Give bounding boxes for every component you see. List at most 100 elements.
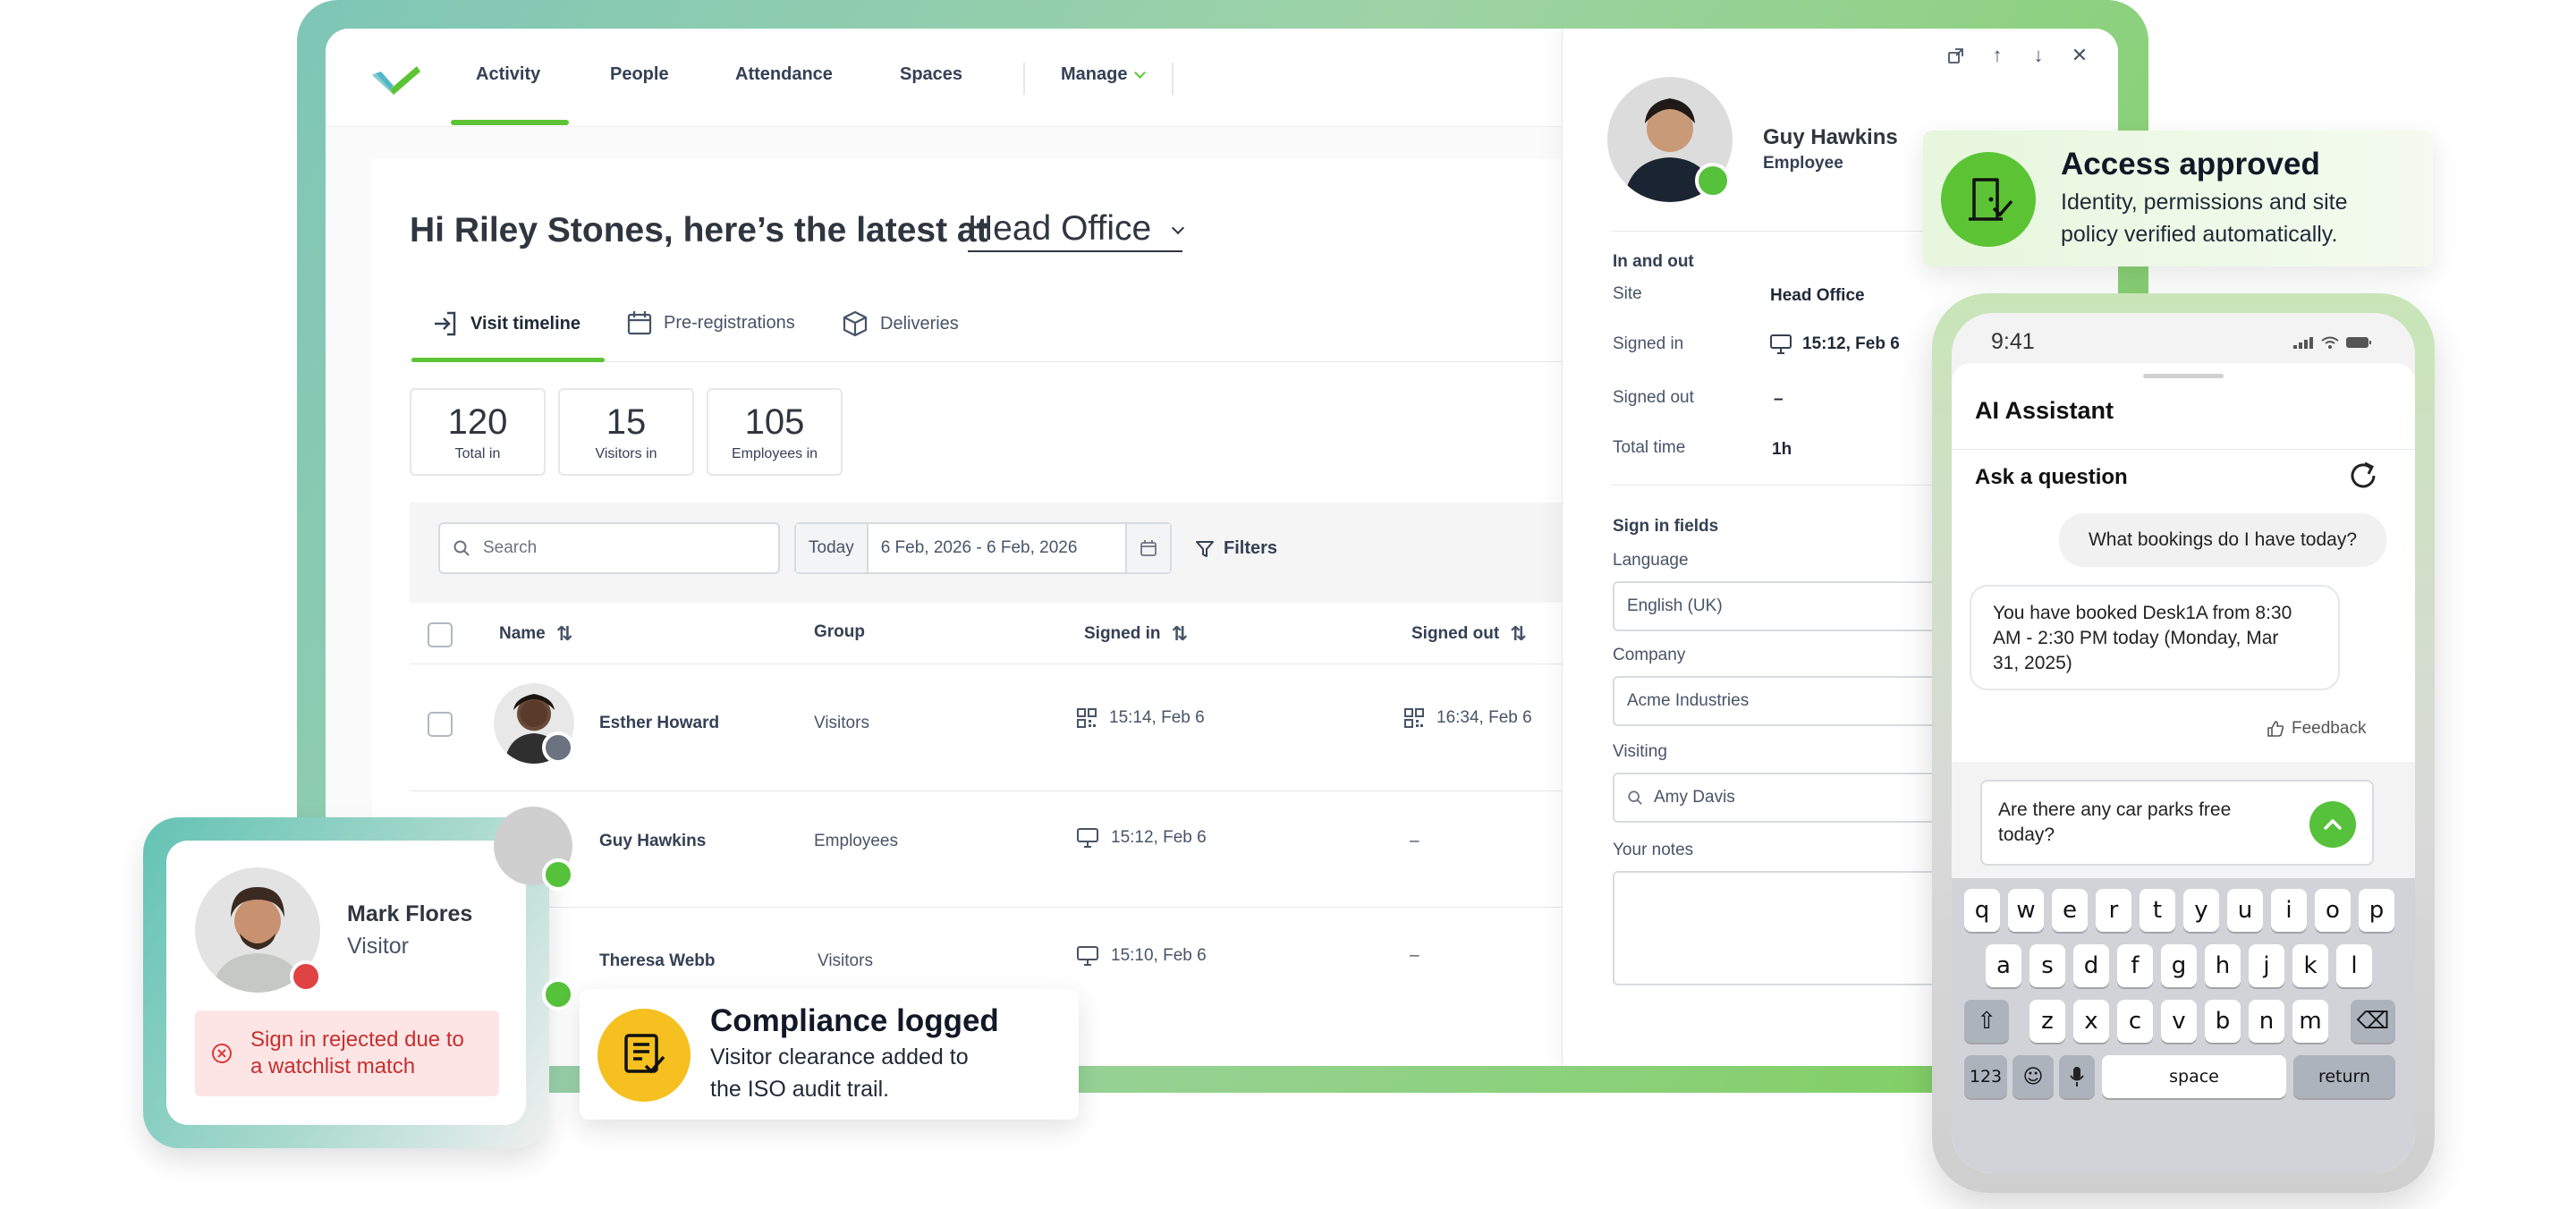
tab-deliveries[interactable]: Deliveries (841, 309, 959, 338)
row-name[interactable]: Theresa Webb (599, 951, 716, 971)
monitor-icon (1770, 334, 1792, 354)
mic-key[interactable] (2059, 1055, 2095, 1098)
site-selector[interactable]: Head Office (968, 209, 1185, 252)
filters-button[interactable]: Filters (1195, 538, 1277, 559)
nav-divider (1023, 63, 1025, 95)
shift-key[interactable]: ⇧ (1964, 1000, 2009, 1043)
signed-out-value: – (1774, 390, 1784, 409)
stat-total-in: 120 Total in (410, 388, 546, 476)
key-q[interactable]: q (1964, 889, 2000, 932)
site-value: Head Office (1770, 286, 1865, 305)
search-input[interactable]: Search (438, 522, 780, 574)
feedback-button[interactable]: Feedback (2267, 719, 2366, 739)
space-key[interactable]: space (2102, 1055, 2286, 1098)
close-icon[interactable]: ✕ (2069, 44, 2090, 66)
row-checkbox[interactable] (428, 712, 453, 737)
visitor-name: Mark Flores (347, 901, 473, 926)
key-n[interactable]: n (2249, 1000, 2284, 1043)
sheet-handle[interactable] (2143, 374, 2224, 378)
key-y[interactable]: y (2183, 889, 2219, 932)
key-k[interactable]: k (2292, 944, 2328, 987)
tab-pre-registrations[interactable]: Pre-registrations (626, 309, 795, 336)
tab-visit-timeline[interactable]: Visit timeline (431, 309, 580, 338)
key-i[interactable]: i (2271, 889, 2307, 932)
nav-spaces[interactable]: Spaces (900, 64, 962, 85)
emoji-key[interactable]: ☺ (2012, 1055, 2054, 1098)
status-dot (290, 960, 322, 993)
row-name[interactable]: Guy Hawkins (599, 832, 706, 851)
key-x[interactable]: x (2073, 1000, 2109, 1043)
key-c[interactable]: c (2117, 1000, 2153, 1043)
refresh-icon[interactable] (2347, 460, 2379, 492)
app-logo[interactable] (372, 61, 422, 97)
table-divider (410, 907, 1599, 908)
row-signed-out: – (1410, 946, 1419, 965)
key-r[interactable]: r (2096, 889, 2131, 932)
monitor-icon (1077, 828, 1098, 848)
key-l[interactable]: l (2336, 944, 2372, 987)
key-b[interactable]: b (2205, 1000, 2241, 1043)
date-range-picker[interactable]: Today 6 Feb, 2026 - 6 Feb, 2026 (794, 522, 1172, 574)
column-header-signed-out[interactable]: Signed out ⇅ (1411, 622, 1527, 646)
stat-value: 15 (606, 402, 647, 442)
access-approved-toast: Access approved Identity, permissions an… (1923, 131, 2433, 266)
key-v[interactable]: v (2161, 1000, 2197, 1043)
return-key[interactable]: return (2293, 1055, 2395, 1098)
key-h[interactable]: h (2205, 944, 2241, 987)
column-header-signed-in[interactable]: Signed in ⇅ (1084, 622, 1188, 646)
toast-body: Visitor clearance added to the ISO audit… (710, 1041, 969, 1105)
qr-code-icon (1404, 708, 1424, 728)
nav-manage[interactable]: Manage (1061, 64, 1147, 85)
qr-code-icon (1077, 708, 1097, 728)
field-label: Language (1613, 551, 1689, 570)
arrow-down-icon[interactable]: ↓ (2028, 44, 2049, 66)
key-e[interactable]: e (2052, 889, 2088, 932)
key-a[interactable]: a (1986, 944, 2021, 987)
search-icon (453, 540, 470, 556)
door-check-icon (1941, 152, 2036, 247)
wifi-icon (2321, 336, 2339, 349)
key-j[interactable]: j (2249, 944, 2284, 987)
key-g[interactable]: g (2161, 944, 2197, 987)
key-m[interactable]: m (2292, 1000, 2328, 1043)
open-external-icon[interactable] (1945, 45, 1967, 66)
calendar-button[interactable] (1125, 524, 1170, 572)
numbers-key[interactable]: 123 (1964, 1055, 2007, 1098)
today-button[interactable]: Today (796, 524, 869, 572)
alert-text-line: Sign in rejected due to (250, 1027, 464, 1052)
field-label: Site (1613, 284, 1642, 303)
key-p[interactable]: p (2359, 889, 2394, 932)
nav-active-indicator (451, 120, 569, 125)
compliance-logged-toast: Compliance logged Visitor clearance adde… (580, 989, 1079, 1120)
key-t[interactable]: t (2140, 889, 2175, 932)
key-z[interactable]: z (2029, 1000, 2065, 1043)
signed-in-time: 15:10, Feb 6 (1111, 946, 1207, 965)
user-message: What bookings do I have today? (2059, 513, 2386, 567)
row-signed-in: 15:10, Feb 6 (1077, 946, 1207, 966)
backspace-key[interactable]: ⌫ (2351, 1000, 2395, 1043)
assistant-sheet: AI Assistant Ask a question What booking… (1952, 363, 2415, 1173)
tab-label: Visit timeline (470, 313, 581, 334)
site-selector-label: Head Office (968, 209, 1152, 248)
language-value: English (UK) (1627, 596, 1723, 615)
key-f[interactable]: f (2117, 944, 2153, 987)
filter-icon (1196, 540, 1214, 557)
nav-activity[interactable]: Activity (476, 64, 540, 85)
key-d[interactable]: d (2073, 944, 2109, 987)
signed-in-time: 15:12, Feb 6 (1111, 828, 1207, 847)
key-o[interactable]: o (2315, 889, 2351, 932)
signal-icon (2293, 337, 2313, 349)
column-header-name[interactable]: Name ⇅ (499, 622, 572, 646)
date-range-value[interactable]: 6 Feb, 2026 - 6 Feb, 2026 (869, 524, 1090, 572)
arrow-up-icon[interactable]: ↑ (1987, 44, 2008, 66)
error-circle-icon (212, 1044, 232, 1063)
nav-people[interactable]: People (610, 64, 669, 85)
nav-attendance[interactable]: Attendance (735, 64, 833, 85)
send-button[interactable] (2309, 801, 2356, 848)
row-name[interactable]: Esther Howard (599, 714, 719, 733)
select-all-checkbox[interactable] (428, 622, 453, 647)
key-w[interactable]: w (2008, 889, 2044, 932)
field-label: Total time (1613, 438, 1686, 457)
key-s[interactable]: s (2029, 944, 2065, 987)
key-u[interactable]: u (2227, 889, 2263, 932)
